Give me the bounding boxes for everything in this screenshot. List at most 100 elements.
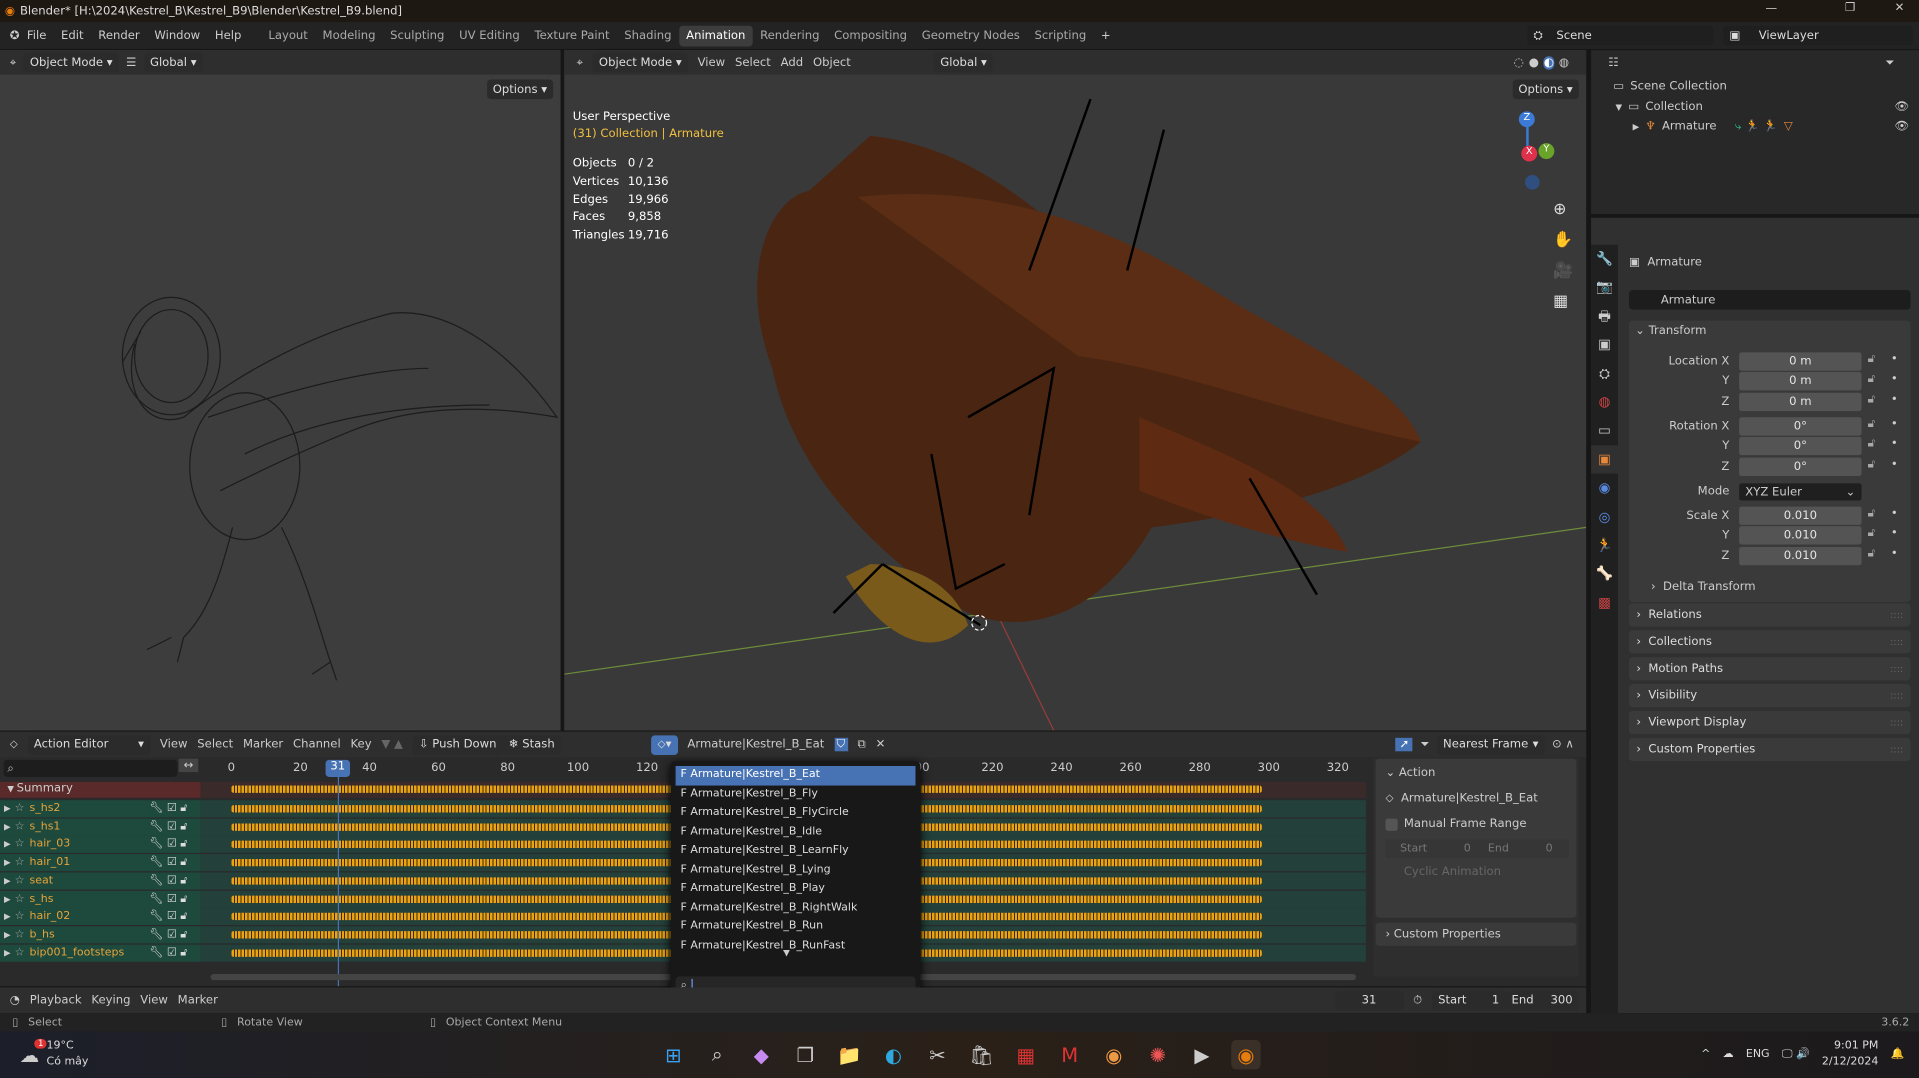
ortho-grid-icon[interactable]: ▦ bbox=[1553, 286, 1573, 317]
outliner-armature[interactable]: ▶ ♆ Armature ⤷ 🏃 🏃 ▽ 👁 bbox=[1633, 120, 1910, 133]
gizmo-z-axis[interactable]: Z bbox=[1518, 111, 1535, 128]
playback-menu[interactable]: Playback bbox=[30, 994, 82, 1007]
filter-icon[interactable]: ⏷ bbox=[1420, 738, 1429, 751]
app-swirl-icon[interactable]: ✺ bbox=[1143, 1040, 1172, 1069]
workspace-tab-layout[interactable]: Layout bbox=[261, 25, 315, 46]
tool-tab-icon[interactable]: 🔧 bbox=[1591, 245, 1618, 274]
visibility-eye-icon[interactable]: 👁 bbox=[1895, 100, 1910, 113]
channel-row[interactable]: ▶ ☆ bip001_footsteps 🔧︎ ☑ 🔓︎ bbox=[0, 944, 201, 962]
pan-hand-icon[interactable]: ✋ bbox=[1553, 225, 1573, 256]
modifier-wrench-icon[interactable]: 🔧︎ bbox=[149, 821, 166, 833]
push-down-button[interactable]: ⇩ Push Down bbox=[412, 734, 503, 755]
panel-relations[interactable]: › Relations bbox=[1629, 603, 1911, 627]
world-tab-icon[interactable]: ◍ bbox=[1591, 388, 1618, 417]
app-icon[interactable]: ▦ bbox=[1011, 1040, 1040, 1069]
snap-mode-dropdown[interactable]: Nearest Frame ▾ bbox=[1436, 734, 1545, 755]
armature-data-tab-icon[interactable]: 🏃 bbox=[1591, 531, 1618, 560]
mute-checkbox-icon[interactable]: ☑ bbox=[167, 929, 180, 941]
transform-panel-header[interactable]: ⌄ Transform bbox=[1635, 324, 1706, 337]
mute-checkbox-icon[interactable]: ☑ bbox=[167, 839, 180, 851]
mute-checkbox-icon[interactable]: ☑ bbox=[167, 857, 180, 869]
workspace-tab-rendering[interactable]: Rendering bbox=[753, 25, 827, 46]
notification-bell-icon[interactable]: 🔔 bbox=[1891, 1049, 1905, 1061]
action-list-item[interactable]: F Armature|Kestrel_B_FlyCircle bbox=[676, 804, 916, 823]
location-x-field[interactable]: 0 m bbox=[1739, 352, 1862, 371]
task-view-icon[interactable]: ❐ bbox=[791, 1040, 820, 1069]
stash-button[interactable]: ❄ Stash bbox=[502, 734, 561, 755]
app-m-icon[interactable]: M bbox=[1055, 1040, 1084, 1069]
marker-menu[interactable]: Marker bbox=[243, 738, 283, 751]
lock-icon[interactable]: 🔓︎ bbox=[1868, 352, 1876, 365]
workspace-tab-modeling[interactable]: Modeling bbox=[315, 25, 383, 46]
action-list-item[interactable]: F Armature|Kestrel_B_Eat bbox=[675, 765, 916, 785]
workspace-tab-compositing[interactable]: Compositing bbox=[827, 25, 915, 46]
unlink-action-icon[interactable]: ✕ bbox=[876, 738, 886, 751]
workspace-tab-scripting[interactable]: Scripting bbox=[1027, 25, 1093, 46]
playhead[interactable] bbox=[337, 768, 340, 987]
action-list-item[interactable]: F Armature|Kestrel_B_Play bbox=[676, 880, 916, 899]
menu-file[interactable]: File bbox=[27, 29, 46, 42]
terminal-icon[interactable]: ▶ bbox=[1187, 1040, 1216, 1069]
rotation-y-field[interactable]: 0° bbox=[1739, 437, 1862, 456]
action-list-item[interactable]: F Armature|Kestrel_B_LearnFly bbox=[676, 842, 916, 861]
action-panel-header[interactable]: ⌄ Action bbox=[1376, 759, 1577, 787]
filter-icon[interactable]: ⏷ bbox=[1885, 56, 1919, 69]
lock-icon[interactable]: 🔓︎ bbox=[180, 893, 187, 905]
store-icon[interactable]: 🛍 bbox=[967, 1040, 996, 1069]
proportional-edit-icon[interactable]: ⊙ ∧ bbox=[1552, 738, 1574, 751]
only-selected-icon[interactable]: ➚ bbox=[1395, 737, 1413, 752]
keyframe-dot-icon[interactable]: • bbox=[1891, 437, 1898, 450]
fake-user-shield-icon[interactable]: ⛉ bbox=[834, 737, 848, 752]
expand-arrow-icon[interactable]: ▶ bbox=[0, 876, 15, 886]
blender-taskbar-icon[interactable]: ◉ bbox=[1231, 1040, 1261, 1070]
expand-arrow-icon[interactable]: ▶ bbox=[0, 930, 15, 940]
current-frame-field[interactable]: 31 bbox=[1334, 990, 1404, 1011]
action-list-item[interactable]: F Armature|Kestrel_B_Lying bbox=[676, 861, 916, 880]
add-workspace-icon[interactable]: + bbox=[1101, 29, 1111, 42]
lock-icon[interactable]: 🔓︎ bbox=[180, 947, 187, 959]
texture-tab-icon[interactable]: ▩ bbox=[1591, 588, 1618, 617]
summary-channel[interactable]: ▼ Summary bbox=[0, 781, 201, 798]
action-list-item[interactable]: F Armature|Kestrel_B_Run bbox=[676, 918, 916, 937]
key-menu[interactable]: Key bbox=[350, 738, 371, 751]
custom-properties-panel[interactable]: › Custom Properties bbox=[1375, 922, 1577, 946]
modifier-wrench-icon[interactable]: 🔧︎ bbox=[149, 929, 166, 941]
start-icon[interactable]: ⊞ bbox=[658, 1040, 687, 1069]
mute-checkbox-icon[interactable]: ☑ bbox=[167, 947, 180, 959]
expand-arrow-icon[interactable]: ▶ bbox=[0, 948, 15, 958]
expand-arrow-icon[interactable]: ▶ bbox=[0, 822, 15, 832]
expand-arrow-icon[interactable]: ▶ bbox=[0, 912, 15, 922]
panel-motion-paths[interactable]: › Motion Paths bbox=[1629, 657, 1911, 681]
lock-icon[interactable]: 🔓︎ bbox=[180, 929, 187, 941]
display-mode-icon[interactable]: ☷ bbox=[1608, 56, 1618, 69]
visibility-eye-icon[interactable]: 👁 bbox=[1895, 120, 1910, 133]
lock-icon[interactable]: 🔓︎ bbox=[1868, 546, 1876, 559]
main-viewport[interactable]: ⌖ Object Mode ▾ View Select Add Object G… bbox=[564, 50, 1587, 731]
keyframe-dot-icon[interactable]: • bbox=[1891, 372, 1898, 385]
scene-selector[interactable]: ⛭ Scene bbox=[1527, 25, 1714, 46]
rotation-x-field[interactable]: 0° bbox=[1739, 417, 1862, 436]
modifier-wrench-icon[interactable]: 🔧︎ bbox=[149, 947, 166, 959]
delta-transform-toggle[interactable]: › Delta Transform bbox=[1651, 580, 1756, 593]
manual-frame-range-checkbox[interactable]: Manual Frame Range bbox=[1385, 817, 1527, 831]
lock-icon[interactable]: 🔓︎ bbox=[180, 911, 187, 923]
network-volume-icon[interactable]: 🖵 🔊 bbox=[1782, 1049, 1810, 1061]
editor-type-icon[interactable]: ⬦ bbox=[10, 738, 18, 751]
modifier-tab-icon[interactable]: ◉ bbox=[1591, 474, 1618, 503]
outliner-scene-collection[interactable]: ▭ Scene Collection bbox=[1613, 80, 1727, 93]
end-frame-field[interactable]: End 300 bbox=[1505, 990, 1579, 1011]
panel-viewport-display[interactable]: › Viewport Display bbox=[1629, 710, 1911, 735]
modifier-wrench-icon[interactable]: 🔧︎ bbox=[149, 875, 166, 887]
scroll-down-arrow-icon[interactable]: ▼ bbox=[783, 948, 790, 958]
modifier-wrench-icon[interactable]: 🔧︎ bbox=[149, 911, 166, 923]
keyframe-dot-icon[interactable]: • bbox=[1891, 507, 1898, 520]
blender-menu-icon[interactable]: ✪ bbox=[10, 29, 20, 42]
menu-help[interactable]: Help bbox=[215, 29, 242, 42]
modifier-wrench-icon[interactable]: 🔧︎ bbox=[149, 893, 166, 905]
rotation-mode-dropdown[interactable]: XYZ Euler ⌄ bbox=[1739, 483, 1862, 501]
lock-icon[interactable]: 🔓︎ bbox=[180, 839, 187, 851]
channel-menu[interactable]: Channel bbox=[293, 738, 341, 751]
scale-y-field[interactable]: 0.010 bbox=[1739, 526, 1862, 545]
keyframe-dot-icon[interactable]: • bbox=[1891, 417, 1898, 430]
panel-collections[interactable]: › Collections bbox=[1629, 630, 1911, 654]
